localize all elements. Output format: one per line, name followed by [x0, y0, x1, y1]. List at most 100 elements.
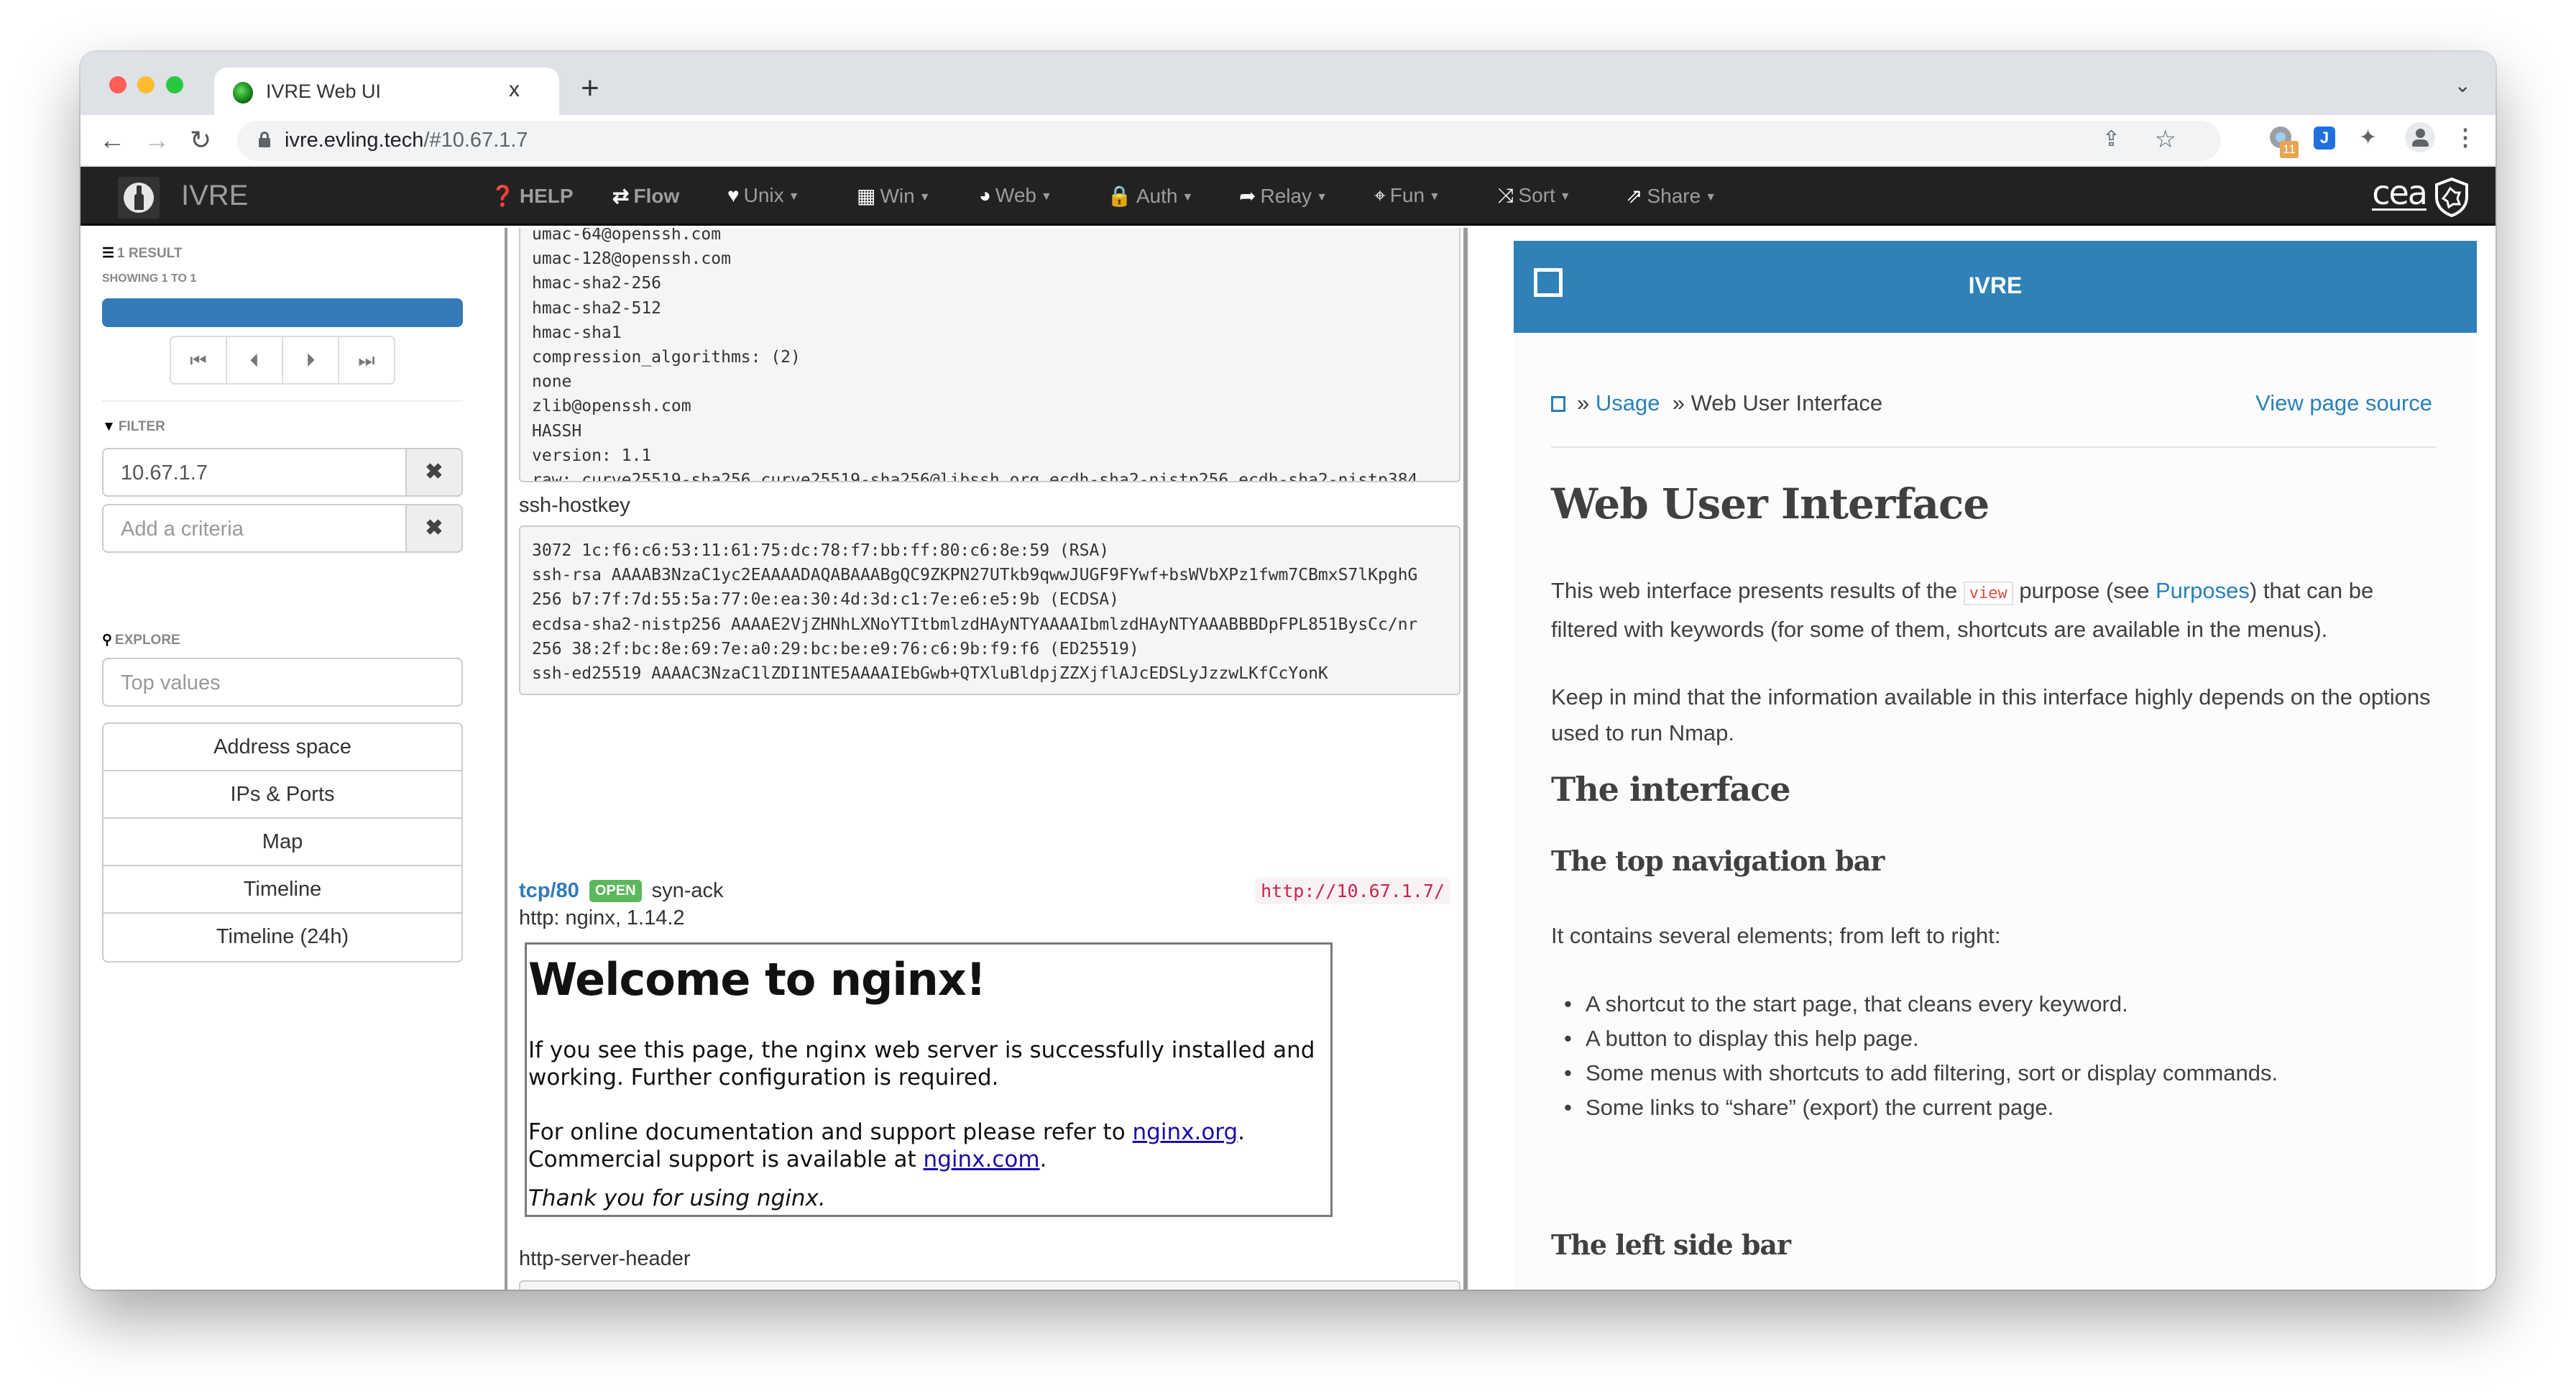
clear-criteria-button[interactable]: ✖: [405, 505, 461, 551]
share-icon[interactable]: ⇪: [2102, 127, 2120, 152]
minimize-window-button[interactable]: [137, 76, 155, 93]
nav-menu-help[interactable]: ❓ HELP: [490, 184, 574, 208]
browser-window: IVRE Web UI x + ⌄ ← → ↻ ivre.evling.tech…: [80, 52, 2496, 1290]
tab-close-icon[interactable]: x: [509, 78, 520, 102]
nav-menu-label: Web: [995, 184, 1036, 206]
last-page-button[interactable]: ⏭: [339, 337, 394, 383]
screenshot-heading: Welcome to nginx!: [528, 953, 986, 1006]
port-link[interactable]: tcp/80: [519, 879, 579, 902]
purposes-link[interactable]: Purposes: [2156, 578, 2250, 603]
next-page-button[interactable]: ⏵: [283, 337, 339, 383]
list-icon: ☰: [102, 246, 115, 261]
breadcrumb-usage-link[interactable]: Usage: [1596, 390, 1660, 415]
browser-menu-kebab-icon[interactable]: ⋮: [2454, 124, 2477, 151]
nav-menu-share[interactable]: ⇗ Share ▼: [1626, 184, 1716, 208]
remove-filter-button[interactable]: ✖: [405, 449, 461, 495]
nav-menu-label: HELP: [519, 185, 574, 207]
extension-badge: 11: [2280, 141, 2299, 158]
output-line: 3072 1c:f6:c6:53:11:61:75:dc:78:f7:bb:ff…: [532, 541, 1110, 560]
bookmark-star-icon[interactable]: ☆: [2155, 125, 2176, 154]
add-criteria-placeholder: Add a criteria: [121, 518, 244, 541]
output-line: ssh-rsa AAAAB3NzaC1yc2EAAAADAQABAAABgQC9…: [532, 566, 1418, 585]
nav-menu-label: Win: [880, 185, 915, 207]
desktop: IVRE Web UI x + ⌄ ← → ↻ ivre.evling.tech…: [0, 0, 2576, 1396]
nav-menu-unix[interactable]: ♥ Unix ▼: [727, 184, 799, 207]
doc-paragraph-intro: This web interface presents results of t…: [1551, 578, 2374, 642]
explore-timeline-button[interactable]: Timeline: [104, 866, 461, 914]
caret-down-icon: ▼: [1705, 190, 1717, 203]
caret-down-icon: ▼: [1182, 190, 1194, 203]
ivre-navbar: IVRE ❓ HELP ⇄ Flow ♥ Unix ▼ ▦ Win ▼ ◕ Web ▼ 🔒 Auth ▼ ➦ Re…: [80, 167, 2496, 226]
nav-menu-relay[interactable]: ➦ Relay ▼: [1239, 184, 1328, 208]
caret-down-icon: ▼: [1316, 190, 1328, 203]
previous-page-button[interactable]: ⏴: [227, 337, 283, 383]
nginx-com-link: nginx.com: [923, 1147, 1040, 1172]
caret-down-icon: ▼: [1559, 190, 1571, 203]
extensions-puzzle-icon[interactable]: ✦: [2359, 125, 2377, 150]
breadcrumb: » Usage » Web User Interface: [1551, 390, 1882, 416]
filter-value[interactable]: 10.67.1.7: [121, 461, 208, 485]
nav-menu-label: Flow: [633, 185, 680, 207]
tab-ivre-web-ui[interactable]: IVRE Web UI x: [214, 68, 559, 116]
top-values-input[interactable]: Top values: [102, 658, 463, 707]
caret-down-icon: ▼: [919, 190, 931, 203]
http-screenshot[interactable]: Welcome to nginx! If you see this page, …: [525, 942, 1333, 1217]
reload-icon[interactable]: ↻: [190, 125, 211, 155]
nav-menu-auth[interactable]: 🔒 Auth ▼: [1107, 184, 1193, 208]
doc-body: » Usage » Web User Interface View page s…: [1514, 333, 2477, 1290]
nav-menu-label: Unix: [743, 184, 784, 206]
lock-icon: 🔒: [1107, 185, 1132, 207]
ivre-bottle-logo-icon[interactable]: [118, 177, 160, 219]
first-page-button[interactable]: ⏮: [171, 337, 227, 383]
screenshot-paragraph-2: For online documentation and support ple…: [528, 1119, 1246, 1172]
service-info: http: nginx, 1.14.2: [519, 906, 685, 929]
back-arrow-icon[interactable]: ←: [99, 125, 125, 155]
http-server-header-output: nginx/1.14.2: [519, 1280, 1460, 1290]
maximize-window-button[interactable]: [166, 76, 183, 93]
extension-record-icon[interactable]: 11: [2270, 127, 2299, 158]
profile-avatar-icon[interactable]: [2405, 122, 2435, 152]
output-line: 256 b7:7f:7d:55:5a:77:0e:ea:30:4d:3d:c1:…: [532, 590, 1119, 610]
forward-arrow-icon[interactable]: →: [144, 125, 170, 155]
lock-icon[interactable]: [259, 132, 270, 147]
exchange-icon: ⇄: [612, 185, 630, 207]
heading-the-interface: The interface: [1551, 770, 1790, 809]
nav-menu-sort[interactable]: ⤨ Sort ▼: [1498, 184, 1571, 208]
view-page-source-link[interactable]: View page source: [2255, 390, 2432, 416]
explore-timeline-24h-button[interactable]: Timeline (24h): [104, 914, 461, 961]
output-line: ssh-ed25519 AAAAC3NzaC1lZDI1NTE5AAAAIEbG…: [532, 664, 1328, 684]
showing-range: SHOWING 1 TO 1: [102, 272, 197, 285]
explore-map-button[interactable]: Map: [104, 819, 461, 866]
url-text[interactable]: ivre.evling.tech/#10.67.1.7: [285, 129, 528, 152]
globe-icon: ◕: [979, 184, 991, 206]
divider: [102, 400, 463, 402]
results-count: ☰ 1 RESULT: [102, 246, 183, 261]
nav-menu-fun[interactable]: ⌖ Fun ▼: [1374, 184, 1440, 208]
address-bar[interactable]: ivre.evling.tech/#10.67.1.7 ⇪ ☆: [237, 121, 2221, 161]
new-tab-button[interactable]: +: [581, 70, 599, 106]
doc-paragraph-nmap: Keep in mind that the information availa…: [1551, 684, 2431, 745]
search-icon: ⚲: [102, 633, 112, 648]
explore-address-space-button[interactable]: Address space: [104, 724, 461, 771]
breadcrumb-home-icon[interactable]: [1551, 396, 1565, 412]
output-line: raw: curve25519-sha256,curve25519-sha256…: [532, 471, 1418, 482]
question-circle-icon: ❓: [490, 185, 515, 207]
brand-name[interactable]: IVRE: [181, 180, 248, 212]
nav-menu-web[interactable]: ◕ Web ▼: [979, 184, 1052, 207]
nav-menu-flow[interactable]: ⇄ Flow: [612, 184, 679, 208]
extension-jira-icon[interactable]: J: [2314, 127, 2335, 150]
service-url-link[interactable]: http://10.67.1.7/: [1255, 878, 1450, 904]
list-item: A button to display this help page.: [1551, 1021, 2442, 1056]
output-line: 256 38:2f:bc:8e:69:7e:a0:29:bc:be:e9:76:…: [532, 639, 1139, 658]
port-line: tcp/80 OPEN syn-ack: [519, 879, 724, 903]
add-criteria-input[interactable]: Add a criteria ✖: [102, 504, 463, 553]
caret-down-icon: ▼: [1041, 190, 1052, 203]
shield-logo-icon: [2435, 177, 2468, 217]
nav-menu-win[interactable]: ▦ Win ▼: [857, 184, 931, 208]
explore-ips-ports-button[interactable]: IPs & Ports: [104, 771, 461, 819]
browser-toolbar: ← → ↻ ivre.evling.tech/#10.67.1.7 ⇪ ☆ 11…: [80, 115, 2496, 167]
external-share-icon: ⇗: [1626, 185, 1643, 207]
doc-header-title[interactable]: IVRE: [1514, 272, 2477, 299]
tab-search-chevron-icon[interactable]: ⌄: [2455, 73, 2471, 97]
close-window-button[interactable]: [109, 76, 126, 93]
